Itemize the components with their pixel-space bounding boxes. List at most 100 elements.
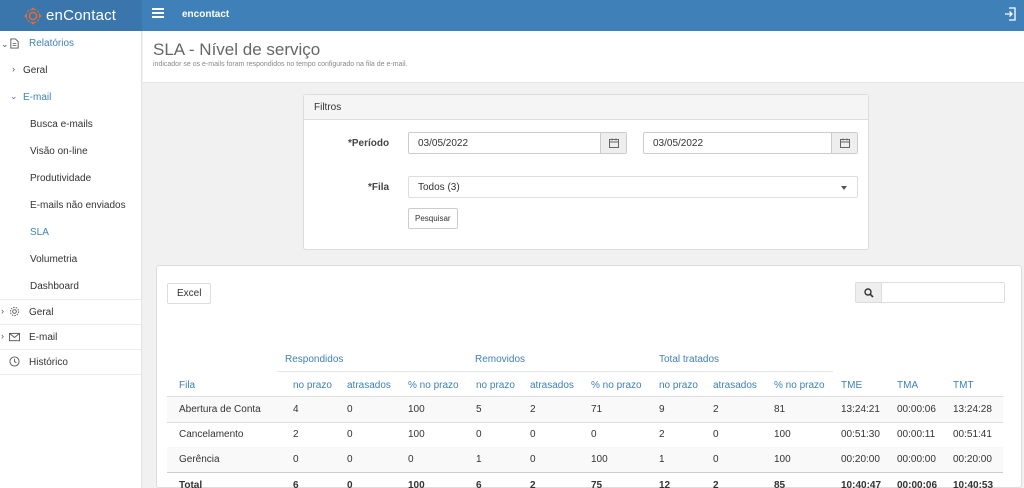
sidebar-item-relatorios[interactable]: ⌄ Relatórios: [0, 31, 141, 57]
group-header-removidos: Removidos: [475, 354, 526, 365]
sidebar-item-geral[interactable]: › Geral: [0, 300, 141, 325]
table-cell: 13:24:21: [841, 404, 880, 415]
fila-label: *Fila: [368, 182, 390, 193]
table-cell: 81: [774, 404, 786, 415]
sidebar-item-emails-nao-enviados[interactable]: E-mails não enviados: [0, 192, 141, 219]
col-resp-pct-header[interactable]: % no prazo: [408, 380, 459, 391]
sidebar-item-dashboard[interactable]: Dashboard: [0, 273, 141, 300]
col-tmt-header[interactable]: TMT: [953, 380, 974, 391]
sidebar-item-busca-emails[interactable]: Busca e-mails: [0, 111, 141, 138]
periodo-label: *Período: [348, 138, 390, 149]
gear-icon: [9, 306, 20, 317]
table-search: [855, 282, 1005, 303]
table-cell: 0: [476, 429, 482, 440]
logout-icon[interactable]: [1004, 7, 1016, 21]
total-cell: 6: [293, 480, 299, 488]
group-header-total-tratados: Total tratados: [659, 354, 720, 365]
date-to-value: 03/05/2022: [653, 138, 704, 149]
date-from-input[interactable]: 03/05/2022: [408, 132, 627, 154]
envelope-icon: [9, 332, 20, 342]
sidebar-item-produtividade[interactable]: Produtividade: [0, 165, 141, 192]
total-cell: 100: [408, 480, 425, 488]
col-resp-atrasados-header[interactable]: atrasados: [347, 380, 391, 391]
sidebar-label: Histórico: [29, 357, 68, 368]
col-rem-no-prazo-header[interactable]: no prazo: [476, 380, 515, 391]
fila-select[interactable]: Todos (3): [408, 176, 858, 198]
calendar-icon[interactable]: [600, 133, 626, 153]
table-cell: 0: [713, 454, 719, 465]
table-cell: Abertura de Conta: [179, 404, 261, 415]
col-tot-pct-header[interactable]: % no prazo: [774, 380, 825, 391]
table-cell: 0: [591, 429, 597, 440]
table-cell: 2: [293, 429, 299, 440]
chevron-down-icon: ⌄: [10, 91, 18, 101]
total-cell: 10:40:53: [953, 480, 994, 488]
sidebar-item-email-group[interactable]: ⌄ E-mail: [0, 84, 141, 111]
menu-toggle-icon[interactable]: [152, 8, 164, 20]
col-rem-pct-header[interactable]: % no prazo: [591, 380, 642, 391]
col-tme-header[interactable]: TME: [841, 380, 862, 391]
encontact-logo-icon: [24, 7, 42, 24]
total-cell: 00:00:06: [897, 480, 938, 488]
total-cell: 2: [530, 480, 536, 488]
pesquisar-button[interactable]: Pesquisar: [408, 208, 458, 229]
col-rem-atrasados-header[interactable]: atrasados: [530, 380, 574, 391]
sidebar-item-historico[interactable]: Histórico: [0, 350, 141, 375]
table-cell: 00:00:06: [897, 404, 936, 415]
date-from-value: 03/05/2022: [418, 138, 469, 149]
page-subtitle: indicador se os e-mails foram respondido…: [153, 61, 408, 68]
search-icon[interactable]: [856, 283, 882, 302]
clock-icon: [9, 356, 20, 367]
col-tot-atrasados-header[interactable]: atrasados: [713, 380, 757, 391]
table-cell: 0: [347, 454, 353, 465]
sidebar-item-email[interactable]: › E-mail: [0, 325, 141, 350]
sidebar-item-sla[interactable]: SLA: [0, 219, 141, 246]
table-cell: 4: [293, 404, 299, 415]
top-header: enContact encontact: [0, 0, 1024, 31]
sidebar-label: Relatórios: [29, 38, 75, 49]
total-cell: 12: [659, 480, 671, 488]
table-search-input[interactable]: [883, 283, 1004, 302]
table-cell: 0: [293, 454, 299, 465]
brand-name: enContact: [46, 7, 117, 24]
table-cell: 100: [774, 454, 791, 465]
caret-down-icon: [841, 186, 847, 190]
table-cell: 0: [713, 429, 719, 440]
chevron-right-icon: ›: [1, 306, 4, 316]
col-fila-header[interactable]: Fila: [179, 380, 195, 391]
col-tot-no-prazo-header[interactable]: no prazo: [659, 380, 698, 391]
table-cell: 1: [476, 454, 482, 465]
date-to-input[interactable]: 03/05/2022: [643, 132, 858, 154]
results-panel: Excel Respondidos Removidos Total tratad…: [156, 265, 1022, 488]
sidebar-label: Volumetria: [30, 254, 78, 265]
table-cell: Gerência: [179, 454, 220, 465]
table-cell: 0: [347, 429, 353, 440]
col-tma-header[interactable]: TMA: [897, 380, 918, 391]
table-cell: 2: [659, 429, 665, 440]
sidebar-label: SLA: [30, 227, 49, 238]
brand[interactable]: enContact: [0, 0, 142, 31]
calendar-icon[interactable]: [831, 133, 857, 153]
table-cell: Cancelamento: [179, 429, 244, 440]
total-cell: 0: [347, 480, 353, 488]
table-cell: 0: [530, 454, 536, 465]
table-cell: 100: [591, 454, 608, 465]
table-cell: 00:00:11: [897, 429, 936, 440]
table-cell: 1: [659, 454, 665, 465]
excel-export-button[interactable]: Excel: [167, 283, 212, 304]
table-cell: 100: [774, 429, 791, 440]
chevron-right-icon: ›: [12, 64, 15, 74]
col-resp-no-prazo-header[interactable]: no prazo: [293, 380, 332, 391]
sidebar-item-volumetria[interactable]: Volumetria: [0, 246, 141, 273]
page-title: SLA - Nível de serviço: [153, 40, 321, 59]
sidebar-label: Busca e-mails: [30, 119, 93, 130]
sidebar-label: E-mail: [29, 332, 58, 343]
sidebar-label: Visão on-line: [30, 146, 88, 157]
sidebar-label: E-mails não enviados: [30, 200, 126, 211]
sidebar-label: Geral: [23, 65, 48, 76]
total-cell: 10:40:47: [841, 480, 882, 488]
chevron-down-icon: ⌄: [1, 39, 9, 49]
sidebar-item-sub-geral[interactable]: › Geral: [0, 57, 141, 84]
table-cell: 00:00:00: [897, 454, 936, 465]
sidebar-item-visao-online[interactable]: Visão on-line: [0, 138, 141, 165]
